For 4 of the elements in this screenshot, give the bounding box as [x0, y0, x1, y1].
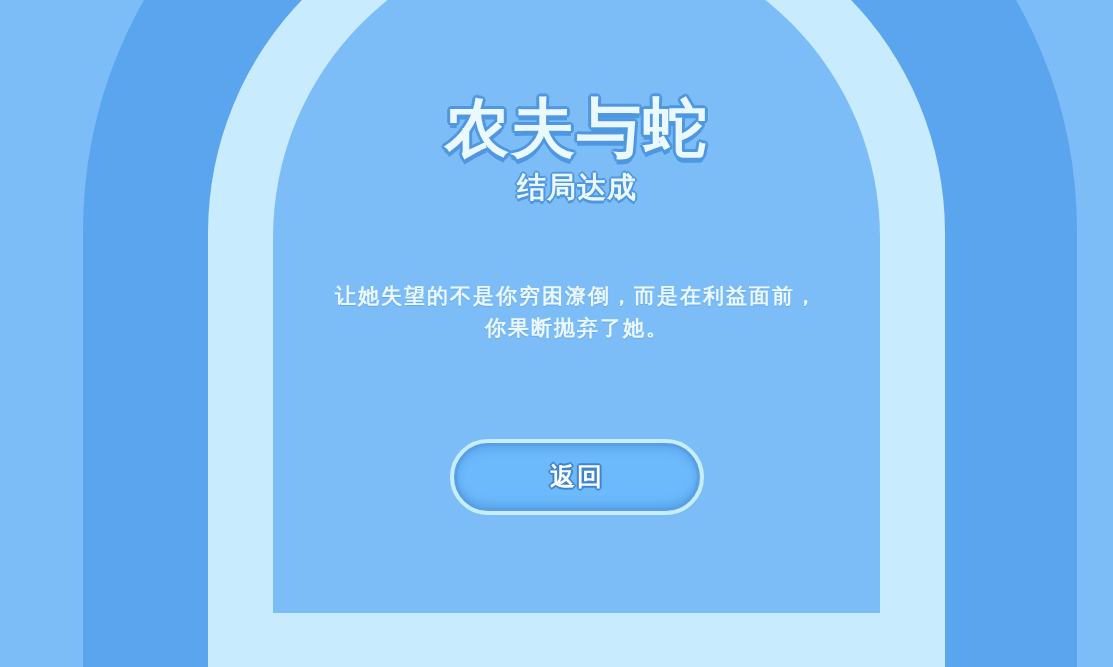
back-button[interactable]: 返回	[449, 439, 704, 515]
ending-subtitle: 结局达成	[516, 173, 637, 202]
ending-title: 农夫与蛇	[444, 96, 709, 160]
ending-message: 让她失望的不是你穷困潦倒，而是在利益面前，你果断抛弃了她。	[333, 283, 819, 342]
